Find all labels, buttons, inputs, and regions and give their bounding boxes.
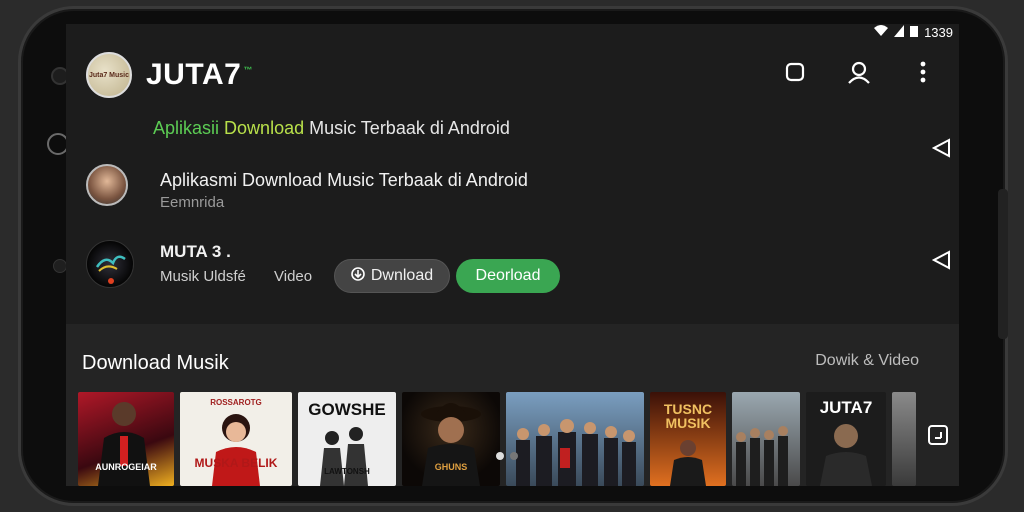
back-triangle-icon[interactable] bbox=[931, 137, 953, 159]
carousel-dot-active[interactable] bbox=[496, 452, 504, 460]
list-item-subtitle: Musik Uldsfé bbox=[160, 268, 246, 285]
download-button[interactable]: Dwnload bbox=[334, 259, 450, 293]
avatar bbox=[86, 164, 128, 206]
app-logo[interactable]: Juta7 Music bbox=[86, 52, 132, 98]
square-icon[interactable] bbox=[783, 60, 807, 84]
back-triangle-icon[interactable] bbox=[931, 249, 953, 271]
list-item-title: MUTA 3 . bbox=[160, 242, 231, 261]
page-subtitle: Aplikasii Download Music Terbaak di Andr… bbox=[153, 118, 510, 138]
list-item-subtitle: Eemnrida bbox=[160, 194, 225, 211]
thumbnail[interactable] bbox=[506, 392, 644, 486]
thumbnail[interactable]: AUNROGEIAR bbox=[78, 392, 174, 486]
side-button bbox=[998, 189, 1008, 339]
app-header: Juta7 Music JUTA7 ™ bbox=[66, 40, 959, 110]
more-vert-icon[interactable] bbox=[911, 60, 935, 84]
bookmark-square-icon[interactable] bbox=[927, 424, 949, 446]
app-screen: 1339 Juta7 Music JUTA7 ™ Aplikasii Downlo… bbox=[66, 24, 959, 486]
thumbnail[interactable]: TUSNC MUSIK bbox=[650, 392, 726, 486]
status-bar: 1339 bbox=[874, 24, 953, 40]
thumbnail[interactable]: ROSSAROTG MUSKA BELIK bbox=[180, 392, 292, 486]
thumbnail[interactable] bbox=[892, 392, 916, 486]
thumbnail-carousel[interactable]: AUNROGEIAR ROSSAROTG MUSKA BELIK GOWSHE … bbox=[78, 392, 916, 486]
sensor-dot bbox=[53, 259, 67, 273]
logo-text: Juta7 Music bbox=[88, 71, 130, 79]
list-item-subtitle-video: Video bbox=[274, 268, 313, 285]
thumbnail[interactable]: GHUNS bbox=[402, 392, 500, 486]
download-icon bbox=[351, 266, 365, 286]
download-section: Download Musik Dowik & Video AUNROGEIAR … bbox=[66, 324, 959, 486]
thumbnail[interactable] bbox=[732, 392, 800, 486]
user-icon[interactable] bbox=[847, 60, 871, 84]
carousel-dot[interactable] bbox=[510, 452, 518, 460]
list-item-title: Aplikasmi Download Music Terbaak di Andr… bbox=[160, 170, 528, 190]
battery-icon bbox=[910, 25, 919, 40]
avatar bbox=[86, 240, 134, 288]
thumbnail[interactable]: JUTA7 bbox=[806, 392, 886, 486]
status-time: 1339 bbox=[924, 24, 953, 40]
thumbnail[interactable]: GOWSHE LAWTONSH bbox=[298, 392, 396, 486]
download-green-button[interactable]: Deorload bbox=[456, 259, 560, 293]
section-title: Download Musik bbox=[82, 352, 229, 374]
section-link[interactable]: Dowik & Video bbox=[815, 352, 919, 370]
app-title: JUTA7 ™ bbox=[146, 58, 253, 91]
wifi-icon bbox=[874, 24, 889, 40]
list-item[interactable]: MUTA 3 . Musik Uldsfé Video Dwnload Deor… bbox=[66, 234, 959, 324]
signal-icon bbox=[894, 24, 905, 40]
list-item[interactable]: Aplikasmi Download Music Terbaak di Andr… bbox=[66, 160, 959, 230]
trademark-mark: ™ bbox=[243, 65, 253, 75]
